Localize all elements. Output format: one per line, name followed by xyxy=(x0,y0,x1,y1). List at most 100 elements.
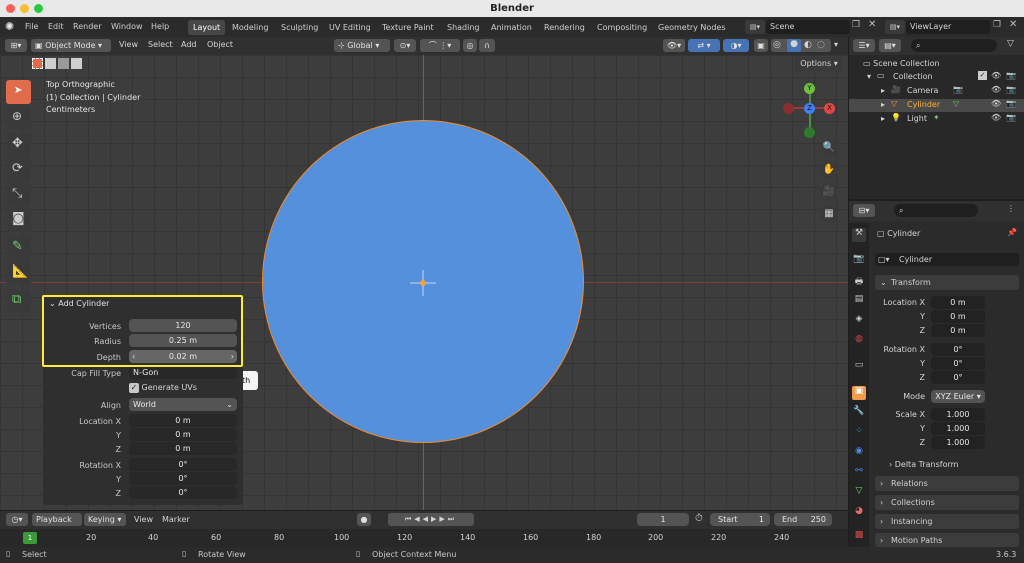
constraints-tab-icon[interactable]: ⚯ xyxy=(852,466,866,480)
rotation-z-field[interactable]: 0° xyxy=(129,486,237,499)
camera-render-icon[interactable]: 📷 xyxy=(1006,113,1016,122)
playback-controls[interactable]: ⏮◀◀▶▶⏭ xyxy=(388,513,474,526)
proportional-edit-icon[interactable]: ◎ xyxy=(463,39,477,52)
view-layer-selector-icon[interactable]: ▤▾ xyxy=(885,20,905,34)
prop-rotation-y-field[interactable]: 0° xyxy=(931,357,985,370)
blender-logo-icon[interactable]: ✺ xyxy=(5,20,14,33)
tab-texture-paint[interactable]: Texture Paint xyxy=(377,20,439,35)
timeline-marker-menu[interactable]: Marker xyxy=(162,515,190,524)
physics-tab-icon[interactable]: ◉ xyxy=(852,446,866,460)
playhead[interactable]: 1 xyxy=(23,532,37,544)
scene-field[interactable]: Scene xyxy=(766,20,850,34)
rendered-shading-icon[interactable]: ◌ xyxy=(817,40,825,50)
current-frame-field[interactable]: 1 xyxy=(637,513,689,526)
prop-scale-y-field[interactable]: 1.000 xyxy=(931,422,985,435)
align-dropdown[interactable]: World ⌄ xyxy=(129,398,237,411)
select-new-icon[interactable] xyxy=(32,58,43,69)
cylinder-row[interactable]: ▸ ▽ Cylinder ▽ 👁 📷 xyxy=(849,99,1024,112)
ortho-grid-icon[interactable]: ▦ xyxy=(820,205,838,223)
annotate-tool[interactable]: ✎ xyxy=(6,236,31,260)
view-layer-field[interactable]: ViewLayer xyxy=(906,20,990,34)
camera-render-icon[interactable]: 📷 xyxy=(1006,99,1016,108)
eye-icon[interactable]: 👁 xyxy=(991,113,1001,122)
record-icon[interactable]: ● xyxy=(357,513,371,526)
expand-icon[interactable]: ▸ xyxy=(881,100,885,109)
wireframe-shading-icon[interactable]: ◎ xyxy=(773,40,781,50)
delete-scene-icon[interactable]: ✕ xyxy=(868,19,876,30)
transform-section[interactable]: ⌄ Transform xyxy=(875,275,1019,290)
prop-location-x-field[interactable]: 0 m xyxy=(931,296,985,309)
mode-dropdown[interactable]: ▣ Object Mode ▾ xyxy=(31,39,111,52)
new-view-layer-icon[interactable]: ❐ xyxy=(993,20,1001,30)
generate-uvs-checkbox-row[interactable]: ✓ Generate UVs xyxy=(129,383,197,393)
prop-location-z-field[interactable]: 0 m xyxy=(931,324,985,337)
add-cube-tool[interactable]: ⧉ xyxy=(6,289,31,313)
panel-header[interactable]: ⌄ Add Cylinder xyxy=(49,299,109,308)
scene-selector-icon[interactable]: ▤▾ xyxy=(745,20,765,34)
snap-icon[interactable]: ⌒ ⋮▾ xyxy=(420,39,460,52)
end-frame-field[interactable]: End 250 xyxy=(774,513,832,526)
collection-row[interactable]: ▾ ▭ Collection ✓ 👁 📷 xyxy=(849,71,1024,84)
location-y-field[interactable]: 0 m xyxy=(129,428,237,441)
header-menu-select[interactable]: Select xyxy=(148,40,173,49)
texture-tab-icon[interactable]: ▩ xyxy=(852,530,866,544)
delta-transform-row[interactable]: › Delta Transform xyxy=(889,460,958,469)
outliner-editor-icon[interactable]: ☰▾ xyxy=(853,39,875,52)
camera-render-icon[interactable]: 📷 xyxy=(1006,85,1016,94)
select-box-tool[interactable]: ➤ xyxy=(6,80,31,104)
checkbox-checked-icon[interactable]: ✓ xyxy=(129,383,139,393)
cursor-tool[interactable]: ⊕ xyxy=(6,105,31,129)
move-tool[interactable]: ✥ xyxy=(6,133,31,157)
camera-row[interactable]: ▸ 🎥 Camera 📷 👁 📷 xyxy=(849,85,1024,98)
decrement-icon[interactable]: ‹ xyxy=(132,350,135,363)
menu-help[interactable]: Help xyxy=(151,17,169,37)
header-menu-view[interactable]: View xyxy=(119,40,138,49)
data-tab-icon[interactable]: ▽ xyxy=(852,486,866,500)
checkbox-checked-icon[interactable]: ✓ xyxy=(978,71,987,80)
playback-dropdown[interactable]: Playback ▾ xyxy=(32,513,82,537)
collections-section[interactable]: › Collections xyxy=(875,495,1019,510)
expand-icon[interactable]: ▾ xyxy=(867,72,871,81)
prop-scale-x-field[interactable]: 1.000 xyxy=(931,408,985,421)
prop-location-y-field[interactable]: 0 m xyxy=(931,310,985,323)
radius-field[interactable]: 0.25 m xyxy=(129,334,237,347)
gizmo-x-axis[interactable]: X xyxy=(824,103,835,114)
timeline-editor-icon[interactable]: ◷▾ xyxy=(6,513,28,526)
increment-icon[interactable]: › xyxy=(231,350,234,363)
relations-section[interactable]: › Relations xyxy=(875,476,1019,491)
close-window-button[interactable] xyxy=(6,4,15,13)
start-frame-field[interactable]: Start 1 xyxy=(710,513,770,526)
rotate-tool[interactable]: ⟳ xyxy=(6,158,31,182)
eye-icon[interactable]: 👁 xyxy=(991,85,1001,94)
prop-scale-z-field[interactable]: 1.000 xyxy=(931,436,985,449)
timeline-ruler[interactable]: 1 20 40 60 80 100 120 140 160 180 200 22… xyxy=(0,529,848,547)
visibility-icon[interactable]: 👁▾ xyxy=(663,39,685,52)
tab-geometry-nodes[interactable]: Geometry Nodes xyxy=(653,20,730,35)
render-tab-icon[interactable]: 📷 xyxy=(852,254,866,268)
keying-dropdown[interactable]: Keying ▾ xyxy=(84,513,126,526)
expand-icon[interactable]: ▸ xyxy=(881,114,885,123)
camera-render-icon[interactable]: 📷 xyxy=(1006,71,1016,80)
measure-tool[interactable]: 📐 xyxy=(6,261,31,285)
minimize-window-button[interactable] xyxy=(20,4,29,13)
select-extend-icon[interactable] xyxy=(45,58,56,69)
gizmo-neg-y[interactable] xyxy=(804,127,815,138)
editor-type-icon[interactable]: ⊞▾ xyxy=(5,39,27,52)
pan-hand-icon[interactable]: ✋ xyxy=(820,161,838,179)
rotation-mode-dropdown[interactable]: XYZ Euler ▾ xyxy=(931,390,985,403)
tab-sculpting[interactable]: Sculpting xyxy=(276,20,323,35)
object-name-field[interactable]: ▢▾ Cylinder xyxy=(875,253,1019,266)
outliner-search[interactable]: ⌕ xyxy=(911,39,997,52)
tab-rendering[interactable]: Rendering xyxy=(539,20,590,35)
stopwatch-icon[interactable]: ⏱ xyxy=(695,513,703,524)
tab-modeling[interactable]: Modeling xyxy=(227,20,273,35)
output-tab-icon[interactable]: 🖶 xyxy=(852,274,866,288)
menu-render[interactable]: Render xyxy=(73,17,101,37)
gizmo-z-axis[interactable]: Z xyxy=(804,103,815,114)
pin-icon[interactable]: 📌 xyxy=(1007,228,1017,237)
cap-fill-dropdown[interactable]: N-Gon xyxy=(129,366,237,379)
tool-tab-icon[interactable]: ⚒ xyxy=(852,228,866,242)
prop-rotation-x-field[interactable]: 0° xyxy=(931,343,985,356)
material-tab-icon[interactable]: ◕ xyxy=(852,506,866,520)
scale-tool[interactable]: ⤡ xyxy=(6,183,31,207)
